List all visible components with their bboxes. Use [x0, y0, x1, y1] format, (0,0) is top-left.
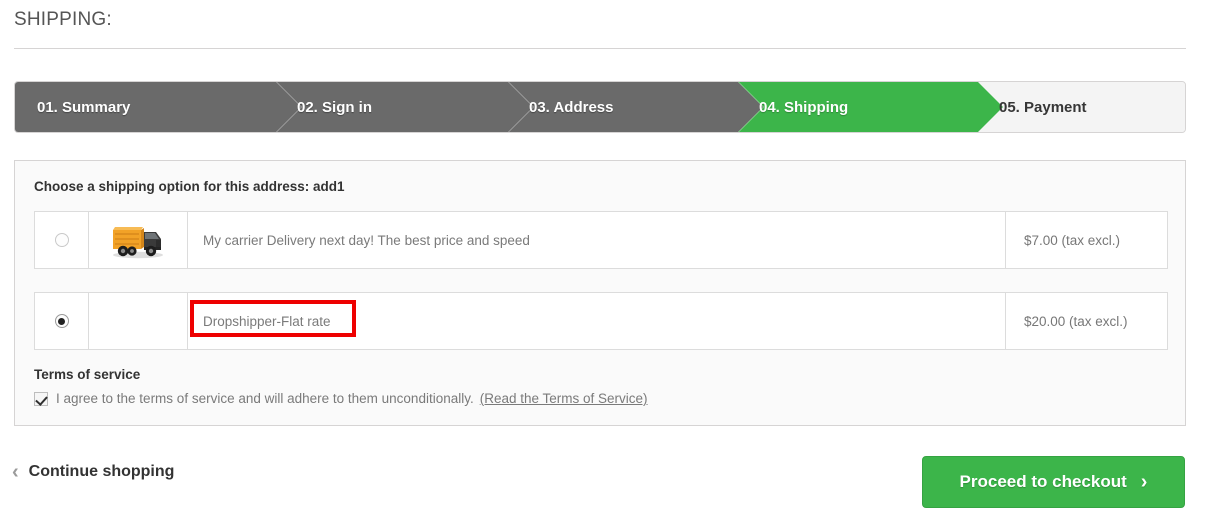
read-terms-of-service-link[interactable]: (Read the Terms of Service) [480, 391, 648, 406]
proceed-to-checkout-label: Proceed to checkout [959, 472, 1127, 491]
step-signin-label: 02. Sign in [297, 98, 373, 116]
continue-shopping-label: Continue shopping [28, 463, 175, 480]
shipping-carrier-logo-cell [89, 212, 188, 268]
header-divider [14, 48, 1186, 49]
step-summary[interactable]: 01. Summary [15, 82, 302, 132]
shipping-option-name-cell: My carrier Delivery next day! The best p… [188, 212, 1005, 268]
checkout-steps: 01. Summary 02. Sign in 03. Address 04. … [14, 81, 1186, 133]
shipping-option-radio-cell[interactable] [35, 212, 89, 268]
shipping-option-price: $7.00 (tax excl.) [1005, 212, 1167, 268]
step-signin[interactable]: 02. Sign in [275, 82, 534, 132]
shipping-options-panel: Choose a shipping option for this addres… [14, 160, 1186, 426]
shipping-option-name: Dropshipper-Flat rate [203, 313, 331, 329]
shipping-option-name: My carrier Delivery next day! The best p… [203, 232, 530, 248]
terms-of-service-row: I agree to the terms of service and will… [34, 391, 648, 406]
shipping-option-price: $20.00 (tax excl.) [1005, 293, 1167, 349]
continue-shopping-button[interactable]: ‹ Continue shopping [12, 462, 174, 482]
shipping-option-radio-cell[interactable] [35, 293, 89, 349]
proceed-to-checkout-button[interactable]: Proceed to checkout › [922, 456, 1185, 508]
step-payment-label: 05. Payment [999, 98, 1087, 116]
step-shipping[interactable]: 04. Shipping [737, 82, 1003, 132]
step-summary-label: 01. Summary [37, 98, 131, 116]
shipping-option-radio[interactable] [54, 233, 69, 247]
step-shipping-label: 04. Shipping [759, 98, 849, 116]
shipping-option-row[interactable]: My carrier Delivery next day! The best p… [34, 211, 1168, 269]
shipping-carrier-logo-cell [89, 293, 188, 349]
panel-title: Choose a shipping option for this addres… [34, 179, 345, 194]
terms-of-service-title: Terms of service [34, 367, 141, 382]
shipping-option-name-cell: Dropshipper-Flat rate [188, 293, 1005, 349]
checkout-shipping-page: SHIPPING: 01. Summary 02. Sign in 03. Ad… [0, 0, 1214, 524]
shipping-option-radio[interactable] [54, 314, 69, 328]
delivery-truck-icon [107, 220, 169, 260]
terms-agree-checkbox[interactable] [34, 391, 48, 406]
step-payment[interactable]: 05. Payment [977, 82, 1185, 132]
chevron-right-icon: › [1140, 471, 1148, 493]
chevron-left-icon: ‹ [12, 461, 19, 483]
step-address[interactable]: 03. Address [507, 82, 764, 132]
terms-agree-label: I agree to the terms of service and will… [56, 391, 474, 406]
shipping-option-row[interactable]: Dropshipper-Flat rate $20.00 (tax excl.) [34, 292, 1168, 350]
step-address-label: 03. Address [529, 98, 614, 116]
page-title: SHIPPING: [14, 9, 112, 30]
